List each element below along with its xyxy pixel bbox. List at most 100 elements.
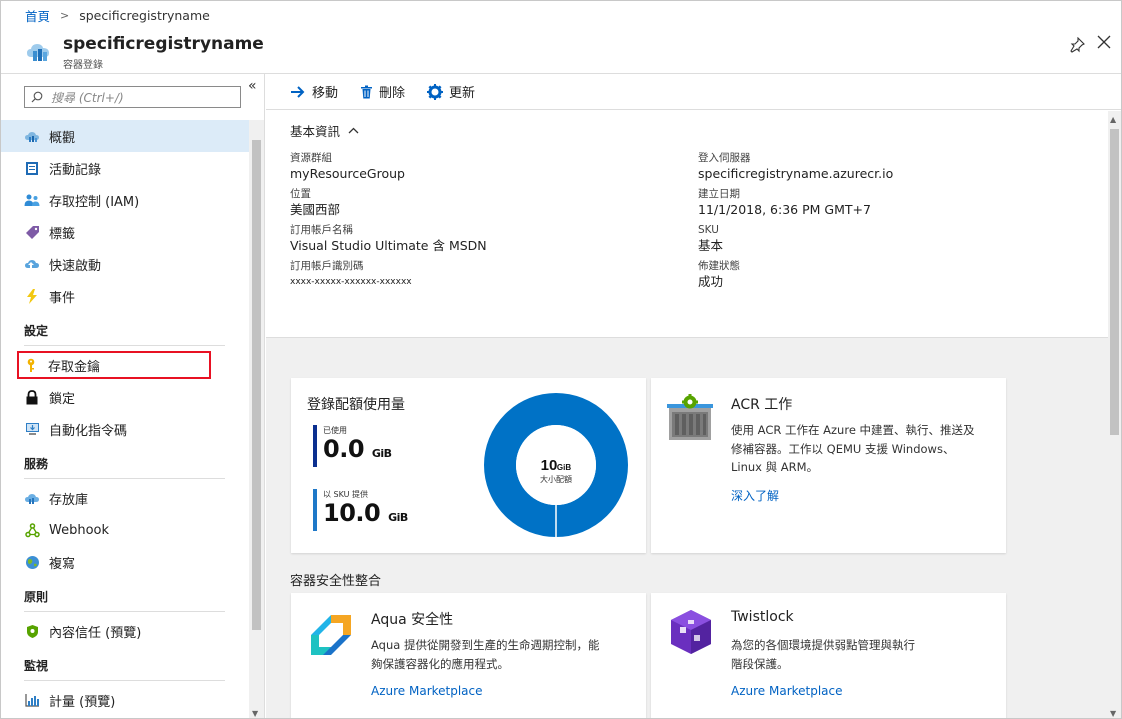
creation-date-label: 建立日期 (698, 188, 740, 200)
sidebar-item-replications[interactable]: 複寫 (1, 546, 249, 578)
sku-provided-value: 10.0 (323, 499, 381, 527)
quickstart-icon (24, 256, 40, 272)
search-input[interactable]: 搜尋 (Ctrl+/) (24, 86, 241, 108)
acr-card-title: ACR 工作 (731, 397, 793, 413)
essentials-heading: 基本資訊 (290, 124, 341, 139)
webhook-icon (24, 522, 40, 538)
activity-log-icon (24, 160, 40, 176)
sidebar-item-access-control[interactable]: 存取控制 (IAM) (1, 184, 249, 216)
globe-icon (24, 554, 40, 570)
login-server-value: specificregistryname.azurecr.io (698, 166, 894, 181)
sidebar-item-tags[interactable]: 標籤 (1, 216, 249, 248)
sidebar-item-quickstart[interactable]: 快速啟動 (1, 248, 249, 280)
gear-icon (427, 83, 444, 100)
lock-icon (24, 389, 40, 405)
portal-blade: 首頁 > specificregistryname specificregist… (0, 0, 1122, 719)
scrollbar-thumb[interactable] (1110, 129, 1119, 435)
sku-value: 基本 (698, 238, 724, 253)
twistlock-logo-icon (671, 610, 711, 654)
twistlock-card: Twistlock 為您的各個環境提供弱點管理與執行 階段保護。 Azure M… (651, 593, 1006, 718)
lightning-icon (24, 288, 40, 304)
donut-center-unit: GiB (557, 463, 571, 472)
twistlock-card-description: 為您的各個環境提供弱點管理與執行 階段保護。 (731, 636, 915, 673)
subscription-id-label: 訂用帳戶識別碼 (290, 260, 364, 272)
pin-icon[interactable] (1069, 37, 1085, 53)
breadcrumb-home-link[interactable]: 首頁 (25, 6, 50, 25)
sidebar-item-automation-script[interactable]: 自動化指令碼 (1, 413, 249, 445)
automation-icon (24, 421, 40, 437)
sidebar-item-locks[interactable]: 鎖定 (1, 381, 249, 413)
sidebar-item-label: Webhook (49, 522, 110, 538)
sidebar-item-content-trust[interactable]: 內容信任 (預覽) (1, 615, 249, 647)
subscription-name-link[interactable]: Visual Studio Ultimate 含 MSDN (290, 238, 487, 253)
search-icon (31, 91, 43, 103)
used-unit: GiB (371, 447, 392, 460)
quota-card-title: 登錄配額使用量 (307, 397, 405, 413)
page-subtitle: 容器登錄 (63, 60, 103, 71)
breadcrumb: 首頁 > specificregistryname (1, 1, 1121, 29)
blade-header: specificregistryname 容器登錄 (1, 29, 1121, 74)
sidebar-item-access-keys[interactable]: 存取金鑰 (17, 351, 211, 379)
cloud-icon (24, 128, 40, 144)
key-icon (23, 357, 39, 373)
sidebar-item-label: 快速啟動 (49, 258, 102, 274)
chevron-right-icon: > (60, 8, 70, 22)
sku-provided-unit: GiB (388, 511, 408, 524)
used-block: 已使用 0.0 GiB (313, 425, 392, 467)
scroll-up-icon[interactable]: ▲ (1110, 115, 1116, 124)
essentials-toggle[interactable]: 基本資訊 (290, 121, 359, 140)
delete-label: 刪除 (379, 86, 406, 101)
essentials-left-column: 資源群組 myResourceGroup 位置 美國西部 訂用帳戶名稱 Visual … (290, 151, 487, 295)
sidebar-scrollbar[interactable]: ▼ (249, 120, 264, 718)
sidebar-item-label: 自動化指令碼 (49, 423, 128, 439)
sidebar-item-label: 存取金鑰 (48, 359, 101, 375)
learn-more-link[interactable]: 深入了解 (731, 487, 779, 504)
login-server-label: 登入伺服器 (698, 152, 751, 164)
sidebar-item-events[interactable]: 事件 (1, 280, 249, 312)
sidebar-item-overview[interactable]: 概觀 (1, 120, 249, 152)
tag-icon (24, 224, 40, 240)
aqua-logo-icon (311, 615, 351, 655)
refresh-button[interactable]: 更新 (427, 82, 475, 101)
close-icon[interactable] (1095, 33, 1113, 51)
aqua-marketplace-link[interactable]: Azure Marketplace (371, 684, 483, 698)
acr-text-line-1: 使用 ACR 工作在 Azure 中建置、執行、推送及 (731, 423, 975, 437)
quota-donut-chart: 10 GiB 大小配額 (484, 393, 628, 538)
registry-quota-card: 登錄配額使用量 已使用 0.0 GiB 以 SKU 提供 10.0 GiB 10… (291, 378, 646, 553)
sidebar-item-repositories[interactable]: 存放庫 (1, 482, 249, 514)
location-value: 美國西部 (290, 202, 341, 217)
acr-text-line-2: 修補容器。工作以 QEMU 支援 Windows、 (731, 441, 955, 456)
sidebar-item-label: 事件 (49, 290, 76, 306)
move-label: 移動 (312, 86, 339, 101)
section-monitoring: 監視 (1, 647, 249, 681)
sidebar-item-activity-log[interactable]: 活動記錄 (1, 152, 249, 184)
move-button[interactable]: 移動 (290, 82, 338, 101)
sidebar-item-label: 活動記錄 (49, 162, 102, 178)
shield-icon (24, 623, 40, 639)
metrics-icon (24, 692, 40, 708)
iam-icon (24, 192, 40, 208)
sidebar-item-label: 存取控制 (IAM) (49, 194, 140, 210)
scroll-down-icon[interactable]: ▼ (252, 709, 258, 718)
scroll-down-icon[interactable]: ▼ (1110, 709, 1116, 718)
sidebar-item-label: 存放庫 (49, 492, 89, 508)
collapse-menu-icon[interactable]: « (248, 78, 257, 94)
essentials-right-column: 登入伺服器 specificregistryname.azurecr.io 建立日… (698, 151, 893, 295)
refresh-label: 更新 (449, 86, 476, 101)
acr-card-description: 使用 ACR 工作在 Azure 中建置、執行、推送及 修補容器。工作以 QEM… (731, 421, 975, 477)
aqua-card-title: Aqua 安全性 (371, 612, 454, 628)
sidebar-item-webhooks[interactable]: Webhook (1, 514, 249, 546)
sidebar-item-metrics[interactable]: 計量 (預覽) (1, 684, 249, 716)
main-scrollbar[interactable]: ▲ ▼ (1108, 111, 1121, 718)
aqua-security-card: Aqua 安全性 Aqua 提供從開發到生產的生命週期控制，能 夠保護容器化的應… (291, 593, 646, 718)
donut-center-label: 大小配額 (540, 474, 572, 484)
twistlock-marketplace-link[interactable]: Azure Marketplace (731, 684, 843, 698)
location-label: 位置 (290, 188, 311, 200)
nav-list: 概觀 活動記錄 存取控制 (IAM) 標籤 快速啟動 事件 設定 存取金鑰 鎖定… (1, 120, 249, 716)
resource-group-link[interactable]: myResourceGroup (290, 166, 405, 181)
command-bar: 移動 刪除 更新 (266, 74, 1121, 110)
delete-button[interactable]: 刪除 (360, 82, 405, 101)
essentials-panel: 基本資訊 資源群組 myResourceGroup 位置 美國西部 訂用帳戶名稱 Vi… (266, 111, 1108, 338)
creation-date-value: 11/1/2018, 6:36 PM GMT+7 (698, 202, 871, 217)
scrollbar-thumb[interactable] (252, 140, 261, 630)
